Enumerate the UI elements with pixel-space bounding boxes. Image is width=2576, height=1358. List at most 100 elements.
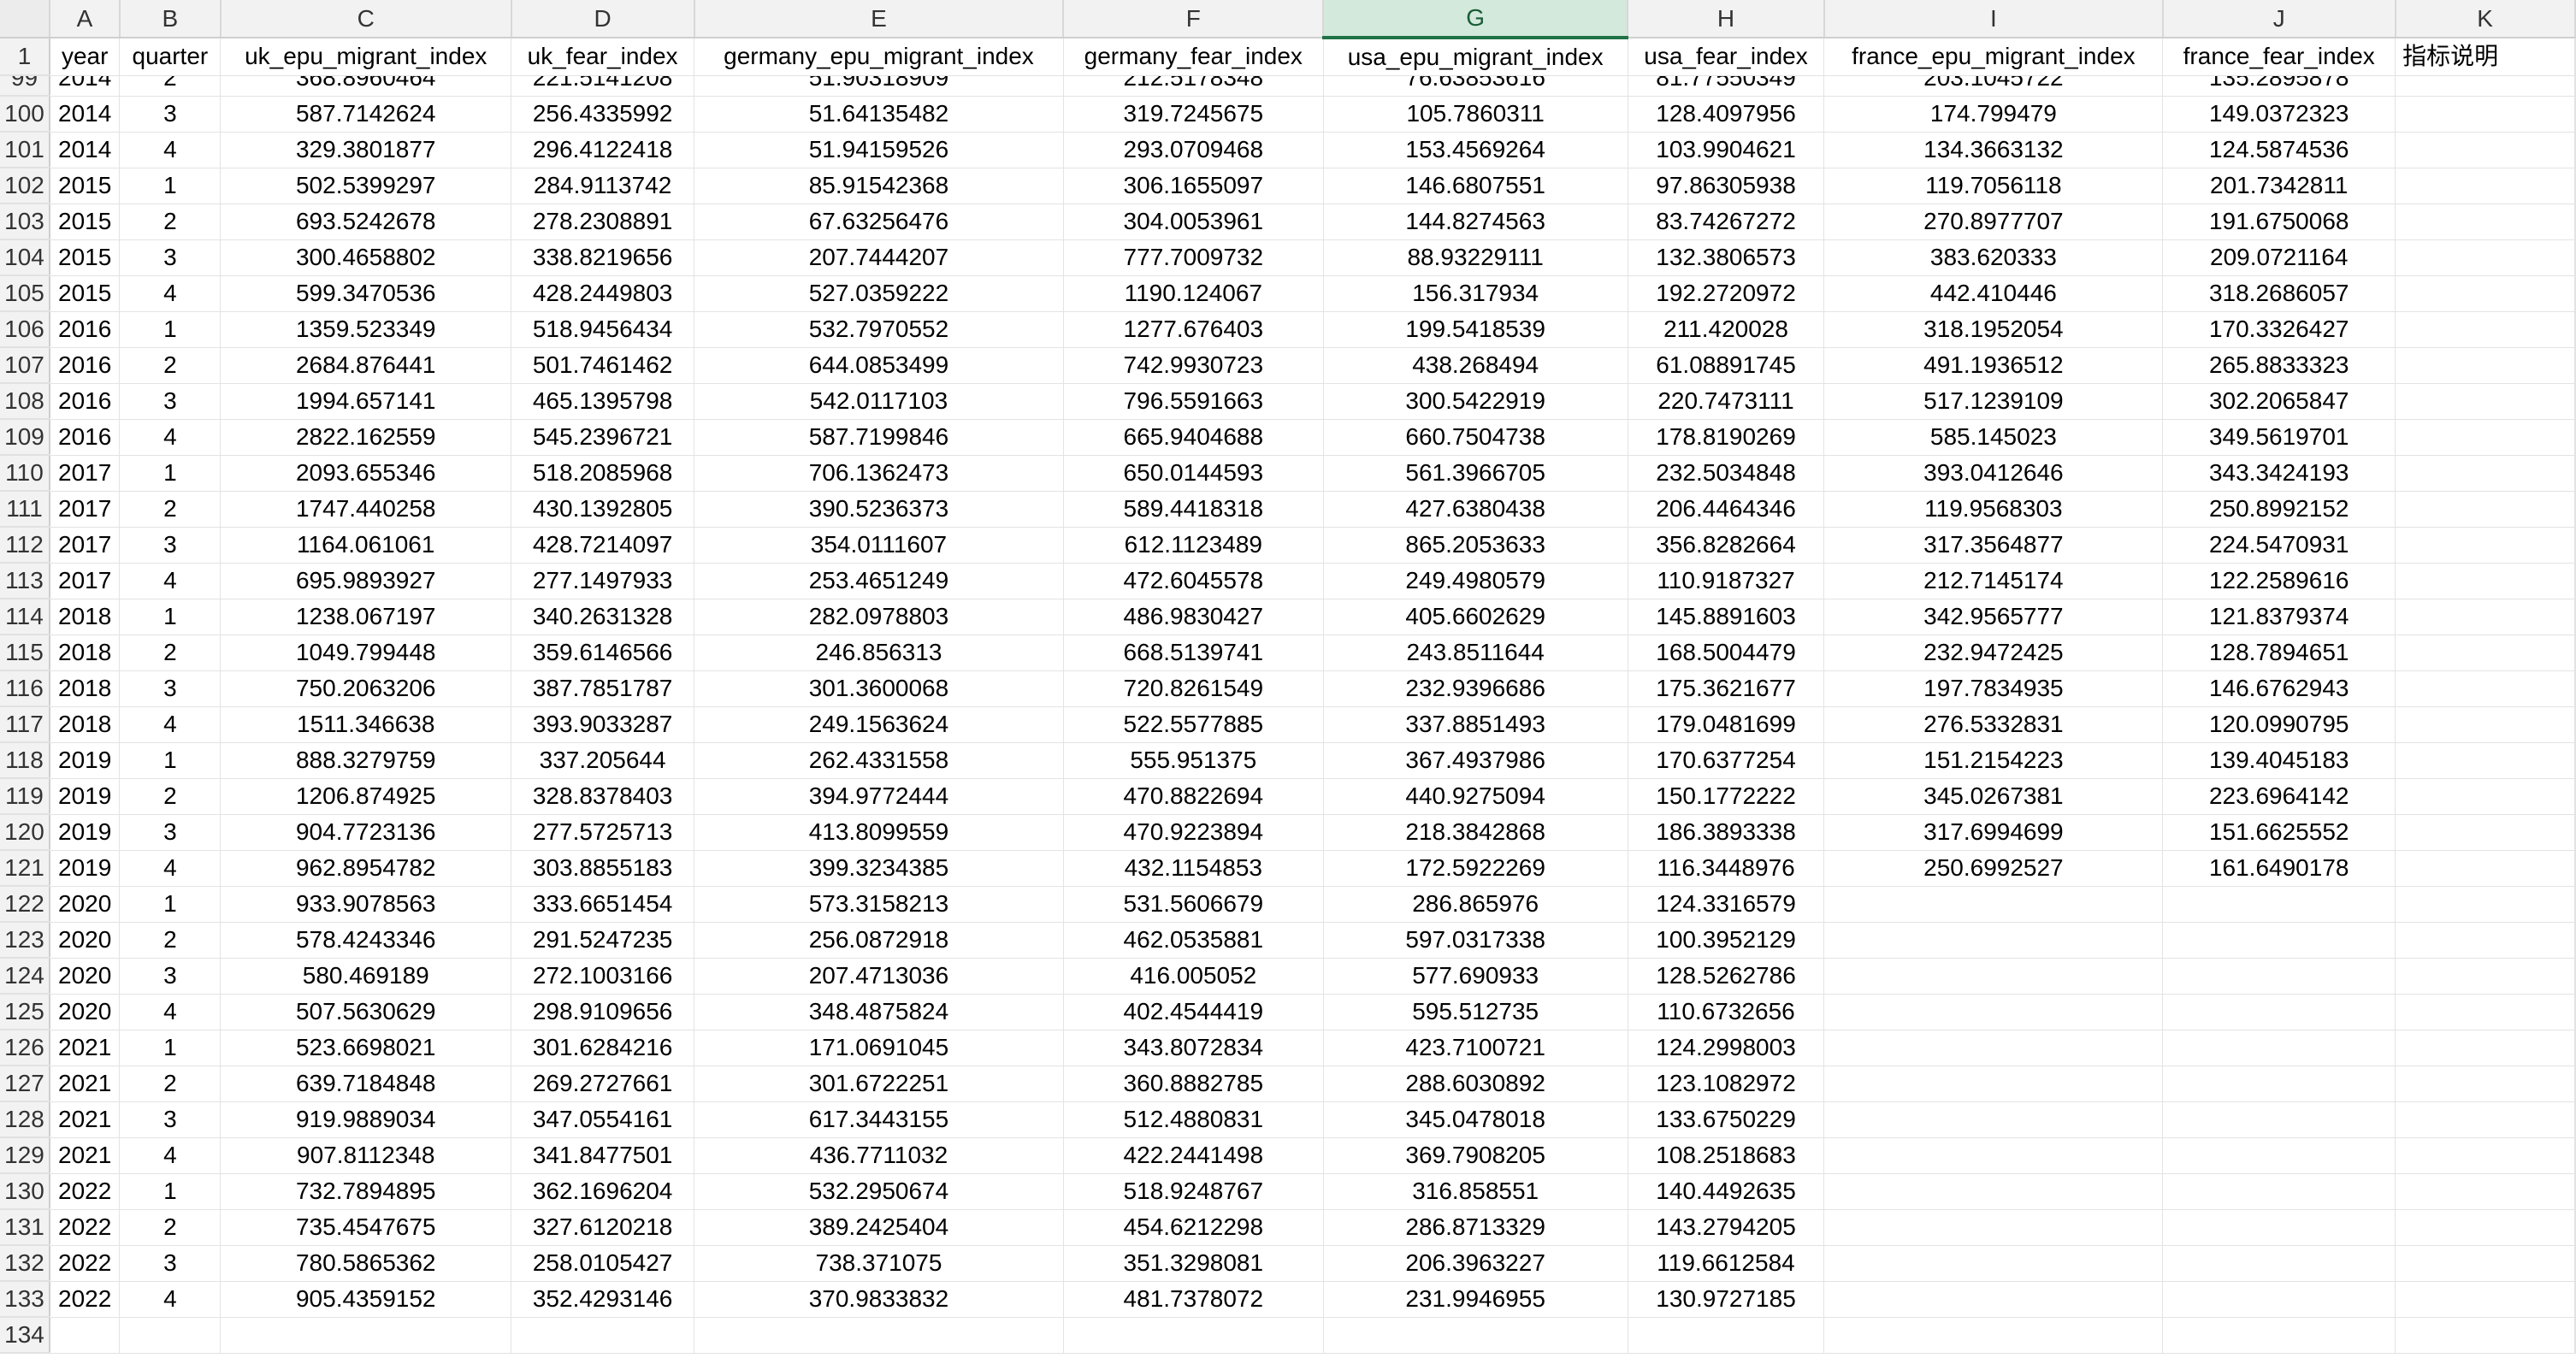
cell-b[interactable]: 3	[119, 814, 222, 851]
row-header[interactable]: 110	[0, 455, 50, 492]
cell-c[interactable]: 695.9893927	[220, 563, 512, 599]
cell-k[interactable]	[2395, 311, 2575, 348]
cell-a[interactable]: 2017	[49, 455, 121, 492]
header-cell-i[interactable]: france_epu_migrant_index	[1823, 38, 2164, 76]
cell-d[interactable]: 465.1395798	[511, 383, 695, 420]
cell-l[interactable]	[2574, 1281, 2576, 1318]
cell-d[interactable]: 518.9456434	[511, 311, 695, 348]
cell-f[interactable]	[1063, 1317, 1324, 1354]
cell-a[interactable]: 2021	[49, 1101, 121, 1138]
cell-f[interactable]: 454.6212298	[1063, 1209, 1324, 1246]
cell-j[interactable]: 120.0990795	[2162, 706, 2396, 743]
cell-a[interactable]: 2016	[49, 383, 121, 420]
cell-h[interactable]: 124.3316579	[1628, 886, 1825, 923]
header-cell-j[interactable]: france_fear_index	[2162, 38, 2396, 76]
cell-g[interactable]: 88.93229111	[1323, 239, 1628, 276]
cell-l[interactable]	[2574, 599, 2576, 635]
cell-b[interactable]	[119, 1317, 222, 1354]
cell-j[interactable]	[2162, 1317, 2396, 1354]
row-header[interactable]: 102	[0, 168, 50, 204]
cell-b[interactable]: 2	[119, 635, 222, 671]
cell-f[interactable]: 360.8882785	[1063, 1066, 1324, 1102]
cell-f[interactable]: 796.5591663	[1063, 383, 1324, 420]
cell-c[interactable]: 639.7184848	[220, 1066, 512, 1102]
cell-e[interactable]: 282.0978803	[694, 599, 1064, 635]
cell-l[interactable]	[2574, 1245, 2576, 1282]
cell-e[interactable]: 253.4651249	[694, 563, 1064, 599]
cell-a[interactable]: 2016	[49, 419, 121, 456]
cell-h[interactable]: 175.3621677	[1628, 670, 1825, 707]
cell-i[interactable]	[1823, 886, 2164, 923]
cell-i[interactable]: 232.9472425	[1823, 635, 2164, 671]
cell-b[interactable]: 3	[119, 958, 222, 995]
cell-e[interactable]: 542.0117103	[694, 383, 1064, 420]
cell-l[interactable]	[2574, 958, 2576, 995]
cell-k[interactable]	[2395, 814, 2575, 851]
cell-g[interactable]: 427.6380438	[1323, 491, 1628, 528]
row-header[interactable]: 127	[0, 1066, 50, 1102]
cell-f[interactable]: 742.9930723	[1063, 347, 1324, 384]
cell-k[interactable]	[2395, 1101, 2575, 1138]
cell-a[interactable]: 2016	[49, 347, 121, 384]
cell-l[interactable]	[2574, 922, 2576, 959]
row-header[interactable]: 115	[0, 635, 50, 671]
cell-i[interactable]: 345.0267381	[1823, 778, 2164, 815]
cell-f[interactable]: 432.1154853	[1063, 850, 1324, 887]
cell-c[interactable]: 2093.655346	[220, 455, 512, 492]
column-header-h[interactable]: H	[1628, 0, 1825, 38]
cell-f[interactable]: 470.9223894	[1063, 814, 1324, 851]
column-header-e[interactable]: E	[694, 0, 1065, 38]
cell-a[interactable]: 2019	[49, 778, 121, 815]
cell-a[interactable]: 2015	[49, 275, 121, 312]
cell-g[interactable]: 440.9275094	[1323, 778, 1628, 815]
cell-a[interactable]: 2019	[49, 850, 121, 887]
cell-i[interactable]: 197.7834935	[1823, 670, 2164, 707]
select-all-corner[interactable]	[0, 0, 50, 38]
cell-a[interactable]: 2019	[49, 742, 121, 779]
cell-f[interactable]: 319.7245675	[1063, 96, 1324, 133]
cell-d[interactable]: 298.9109656	[511, 994, 695, 1030]
cell-b[interactable]: 2	[119, 1066, 222, 1102]
cell-f[interactable]: 351.3298081	[1063, 1245, 1324, 1282]
cell-k[interactable]	[2395, 168, 2575, 204]
cell-i[interactable]: 119.9568303	[1823, 491, 2164, 528]
cell-g[interactable]: 153.4569264	[1323, 132, 1628, 168]
cell-a[interactable]: 2022	[49, 1245, 121, 1282]
cell-g[interactable]: 345.0478018	[1323, 1101, 1628, 1138]
cell-d[interactable]: 430.1392805	[511, 491, 695, 528]
cell-a[interactable]: 2017	[49, 491, 121, 528]
cell-i[interactable]	[1823, 994, 2164, 1030]
cell-e[interactable]: 617.3443155	[694, 1101, 1064, 1138]
column-header-j[interactable]: J	[2162, 0, 2396, 38]
cell-b[interactable]: 4	[119, 275, 222, 312]
cell-k[interactable]	[2395, 742, 2575, 779]
cell-d[interactable]: 347.0554161	[511, 1101, 695, 1138]
cell-h[interactable]: 170.6377254	[1628, 742, 1825, 779]
cell-e[interactable]: 171.0691045	[694, 1030, 1064, 1066]
cell-i[interactable]: 250.6992527	[1823, 850, 2164, 887]
cell-g[interactable]: 405.6602629	[1323, 599, 1628, 635]
cell-c[interactable]: 2684.876441	[220, 347, 512, 384]
cell-h[interactable]: 220.7473111	[1628, 383, 1825, 420]
cell-l[interactable]	[2574, 850, 2576, 887]
cell-d[interactable]: 340.2631328	[511, 599, 695, 635]
row-header[interactable]: 105	[0, 275, 50, 312]
cell-f[interactable]: 650.0144593	[1063, 455, 1324, 492]
cell-l[interactable]	[2574, 455, 2576, 492]
cell-d[interactable]: 501.7461462	[511, 347, 695, 384]
cell-d[interactable]: 284.9113742	[511, 168, 695, 204]
cell-l[interactable]	[2574, 635, 2576, 671]
cell-c[interactable]: 1206.874925	[220, 778, 512, 815]
cell-d[interactable]: 303.8855183	[511, 850, 695, 887]
cell-h[interactable]: 133.6750229	[1628, 1101, 1825, 1138]
cell-h[interactable]: 128.5262786	[1628, 958, 1825, 995]
cell-l[interactable]	[2574, 1066, 2576, 1102]
row-header[interactable]: 132	[0, 1245, 50, 1282]
cell-d[interactable]: 221.5141208	[511, 75, 695, 97]
cell-a[interactable]: 2021	[49, 1030, 121, 1066]
row-header[interactable]: 123	[0, 922, 50, 959]
cell-l[interactable]	[2574, 383, 2576, 420]
cell-g[interactable]: 369.7908205	[1323, 1137, 1628, 1174]
cell-k[interactable]	[2395, 1066, 2575, 1102]
cell-l[interactable]	[2574, 239, 2576, 276]
